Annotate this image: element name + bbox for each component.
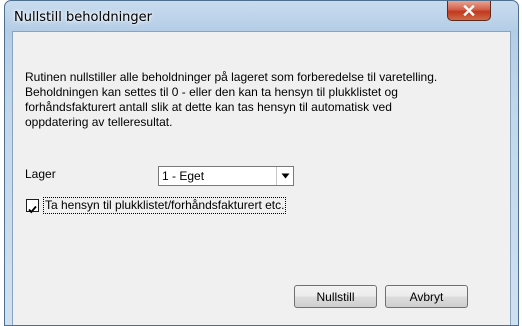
description-text: Rutinen nullstiller alle beholdninger på…	[25, 70, 438, 129]
lager-label: Lager	[25, 167, 56, 181]
hensyn-checkbox-label[interactable]: Ta hensyn til plukklistet/forhåndsfaktur…	[43, 197, 287, 214]
nullstill-button[interactable]: Nullstill	[294, 285, 377, 308]
dialog-content: Rutinen nullstiller alle beholdninger på…	[12, 31, 511, 325]
window-title: Nullstill beholdninger	[14, 10, 153, 25]
lager-dropdown-button[interactable]	[276, 167, 293, 185]
close-button[interactable]	[447, 1, 491, 21]
close-x-icon	[463, 5, 475, 16]
lager-select[interactable]: 1 - Eget	[158, 166, 294, 186]
hensyn-checkbox[interactable]	[26, 199, 39, 214]
avbryt-button[interactable]: Avbryt	[385, 285, 468, 308]
checkmark-icon	[28, 205, 37, 214]
title-bar[interactable]: Nullstill beholdninger	[5, 1, 518, 31]
dialog-window: Nullstill beholdninger Rutinen nullstill…	[4, 0, 519, 326]
lager-select-value: 1 - Eget	[162, 169, 205, 183]
chevron-down-icon	[281, 173, 289, 179]
